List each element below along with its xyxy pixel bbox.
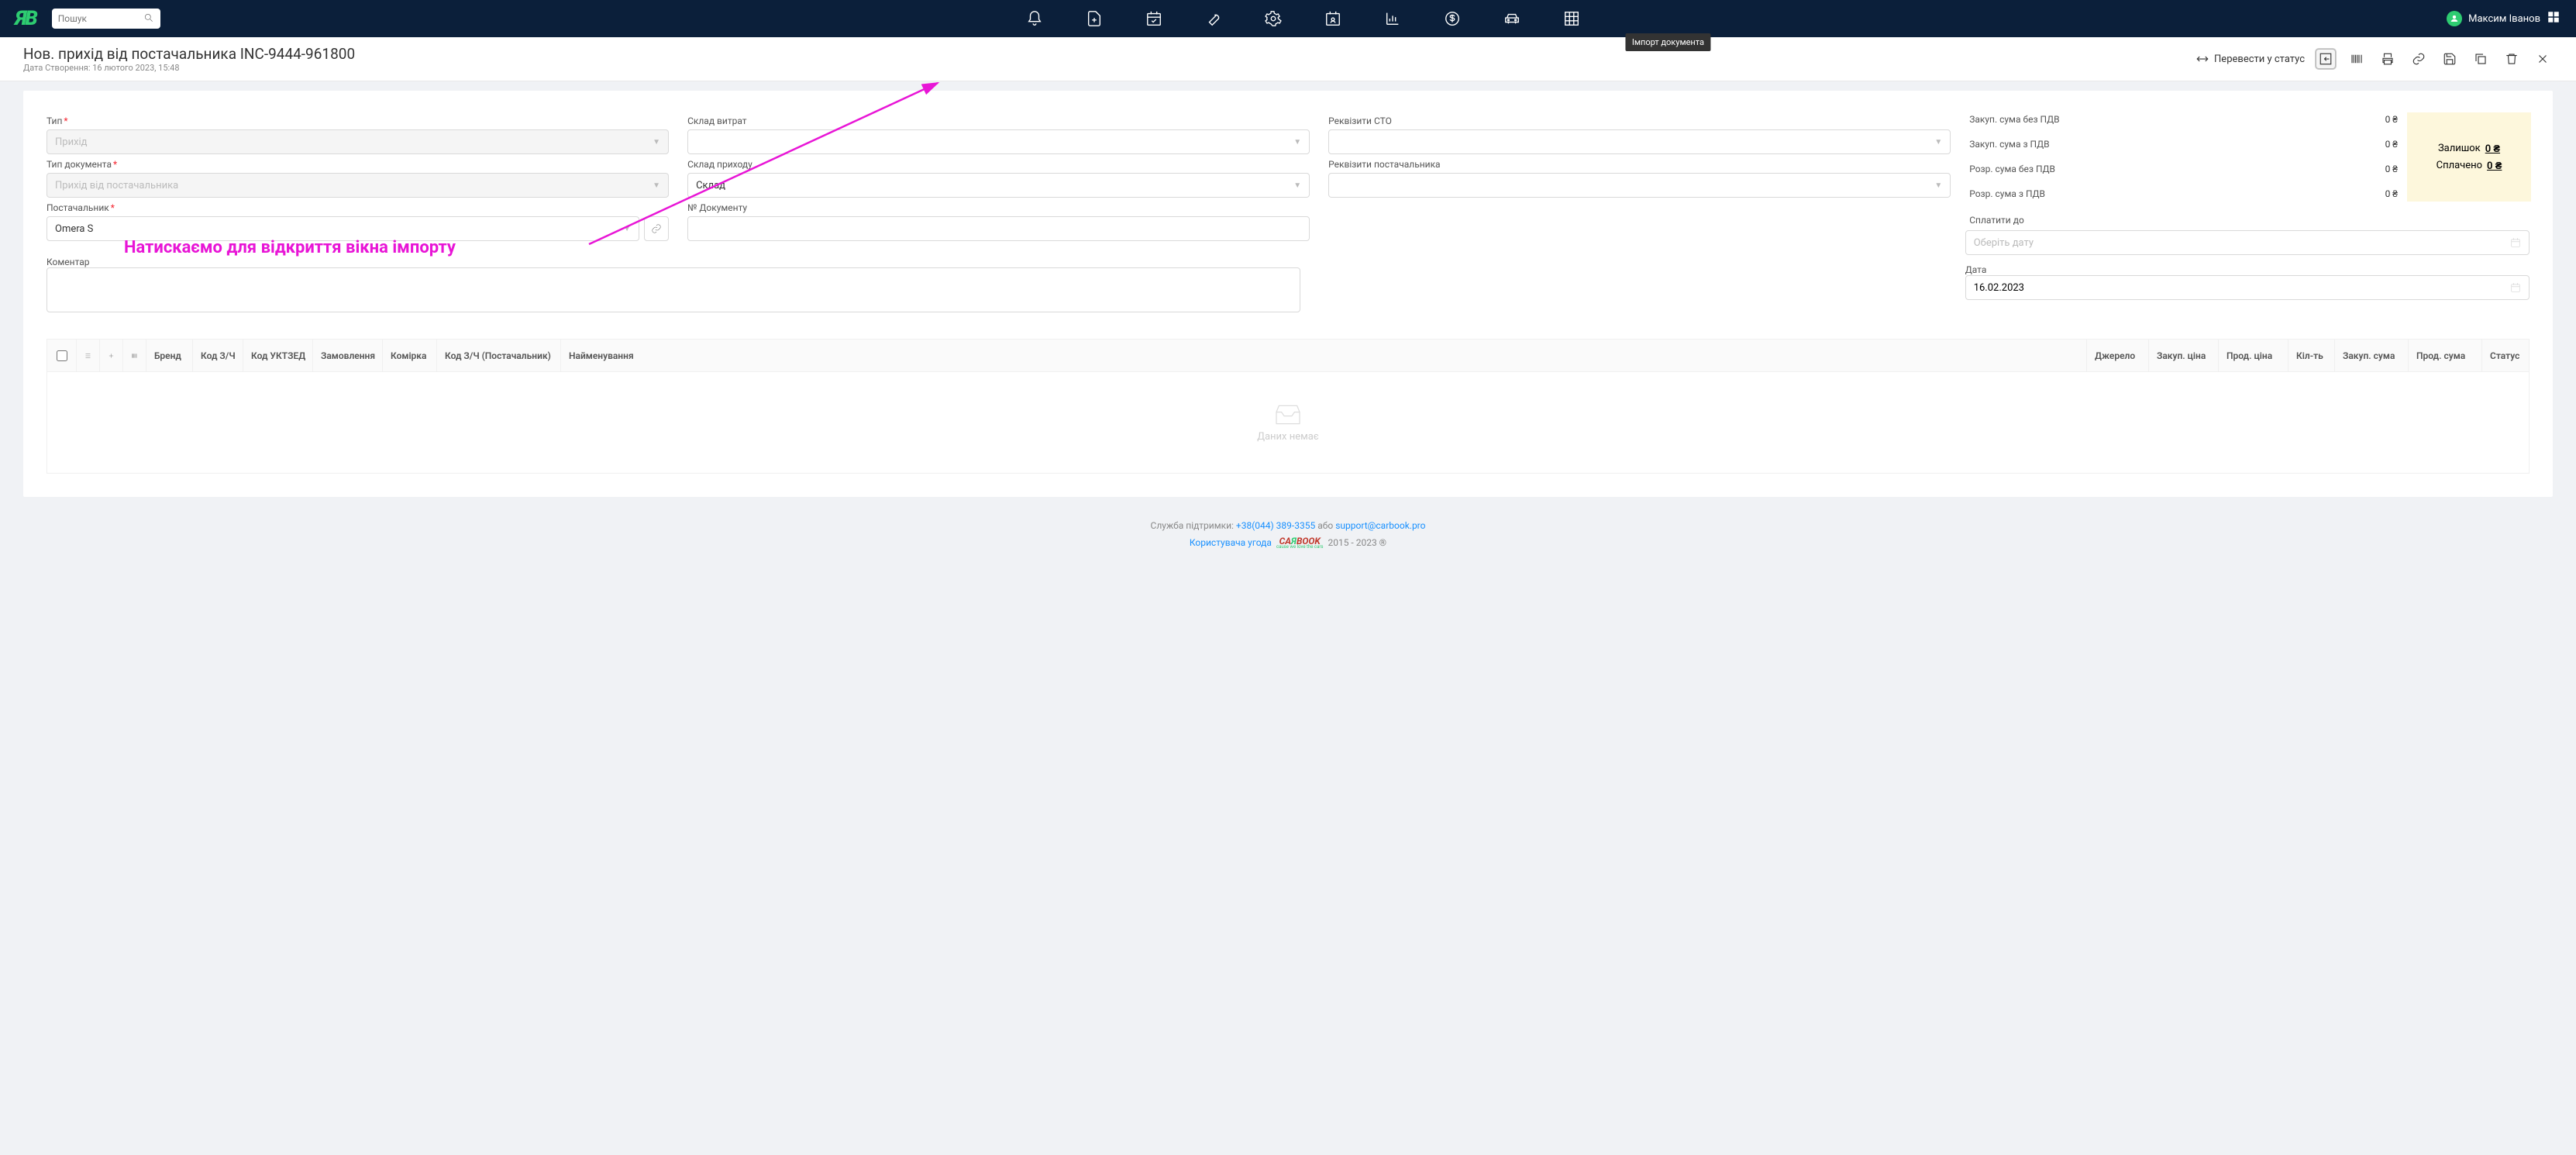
logo: ЯB <box>15 7 36 30</box>
supplier-req-label: Реквізити постачальника <box>1328 159 1951 170</box>
supplier-link-button[interactable] <box>644 216 669 241</box>
dollar-icon[interactable] <box>1444 10 1461 27</box>
import-button[interactable] <box>2316 49 2336 69</box>
items-table: Бренд Код З/Ч Код УКТЗЕД Замовлення Комі… <box>46 339 2530 474</box>
supplier-req-select[interactable]: ▼ <box>1328 173 1951 198</box>
search-icon[interactable] <box>143 12 154 26</box>
link-button[interactable] <box>2409 49 2429 69</box>
top-header: ЯB Імпорт документа Максим Іванов <box>0 0 2576 37</box>
select-all-checkbox[interactable] <box>57 350 67 361</box>
page-subtitle: Дата Створення: 16 лютого 2023, 15:48 <box>23 63 355 73</box>
grid-icon[interactable]: Імпорт документа <box>1563 10 1580 27</box>
apps-icon[interactable] <box>2547 10 2561 27</box>
income-store-label: Склад приходу <box>687 159 1310 170</box>
type-select[interactable]: Прихід▼ <box>46 129 669 154</box>
income-store-select[interactable]: Склад▼ <box>687 173 1310 198</box>
expense-store-label: Склад витрат <box>687 116 1310 126</box>
table-empty-state: Даних немає <box>47 372 2529 473</box>
header-actions: Перевести у статус <box>2195 49 2553 69</box>
gear-icon[interactable] <box>1265 10 1282 27</box>
expense-store-select[interactable]: ▼ <box>687 129 1310 154</box>
doc-number-input[interactable] <box>687 216 1310 241</box>
footer-agreement[interactable]: Користувача угода <box>1190 537 1272 548</box>
user-name: Максим Іванов <box>2468 13 2540 25</box>
table-header: Бренд Код З/Ч Код УКТЗЕД Замовлення Комі… <box>47 340 2529 372</box>
search-input[interactable] <box>58 13 143 24</box>
calendar-check-icon[interactable] <box>1145 10 1162 27</box>
footer-email[interactable]: support@carbook.pro <box>1335 520 1425 531</box>
comment-textarea[interactable] <box>46 267 1300 312</box>
pay-until-label: Сплатити до <box>1969 215 2398 226</box>
footer-phone[interactable]: +38(044) 389-3355 <box>1236 520 1315 531</box>
doc-type-select[interactable]: Прихід від постачальника▼ <box>46 173 669 198</box>
date-label: Дата <box>1965 264 2530 275</box>
avatar <box>2447 11 2462 26</box>
comment-label: Коментар <box>46 257 1300 267</box>
barcode-button[interactable] <box>2347 49 2367 69</box>
page-title: Нов. прихід від постачальника INC-9444-9… <box>23 45 355 63</box>
main-area: Залишок 0 ₴ Сплачено 0 ₴ Тип* Прихід▼ Ти… <box>0 81 2576 588</box>
doc-number-label: № Документу <box>687 202 1310 213</box>
barcode-icon[interactable] <box>123 340 146 371</box>
contact-icon[interactable] <box>1324 10 1341 27</box>
file-plus-icon[interactable] <box>1086 10 1103 27</box>
copy-button[interactable] <box>2471 49 2491 69</box>
balance-panel: Залишок 0 ₴ Сплачено 0 ₴ <box>2407 112 2531 202</box>
close-button[interactable] <box>2533 49 2553 69</box>
plus-icon[interactable] <box>100 340 123 371</box>
date-input[interactable]: 16.02.2023 <box>1965 275 2530 300</box>
main-card: Залишок 0 ₴ Сплачено 0 ₴ Тип* Прихід▼ Ти… <box>23 91 2553 497</box>
sto-req-select[interactable]: ▼ <box>1328 129 1951 154</box>
search-box[interactable] <box>52 9 160 29</box>
bell-icon[interactable] <box>1026 10 1043 27</box>
doc-type-label: Тип документа* <box>46 159 669 170</box>
supplier-label: Постачальник* <box>46 202 669 213</box>
annotation-text: Натискаємо для відкриття вікна імпорту <box>124 238 456 257</box>
status-change[interactable]: Перевести у статус <box>2195 52 2305 66</box>
footer: Служба підтримки: +38(044) 389-3355 або … <box>23 497 2553 565</box>
sto-req-label: Реквізити СТО <box>1328 116 1951 126</box>
form-grid: Тип* Прихід▼ Тип документа* Прихід від п… <box>46 114 2530 241</box>
delete-button[interactable] <box>2502 49 2522 69</box>
chart-icon[interactable] <box>1384 10 1401 27</box>
wrench-icon[interactable] <box>1205 10 1222 27</box>
user-area[interactable]: Максим Іванов <box>2447 10 2561 27</box>
sub-header: Нов. прихід від постачальника INC-9444-9… <box>0 37 2576 81</box>
list-icon[interactable] <box>77 340 100 371</box>
footer-brand: CAЯBOOK cause we love the cars <box>1276 536 1324 550</box>
car-icon[interactable] <box>1503 10 1520 27</box>
save-button[interactable] <box>2440 49 2460 69</box>
top-nav-icons: Імпорт документа <box>176 10 2431 27</box>
tooltip-import: Імпорт документа <box>1626 33 1710 51</box>
pay-until-input[interactable]: Оберіть дату <box>1965 230 2530 255</box>
type-label: Тип* <box>46 116 669 126</box>
print-button[interactable] <box>2378 49 2398 69</box>
